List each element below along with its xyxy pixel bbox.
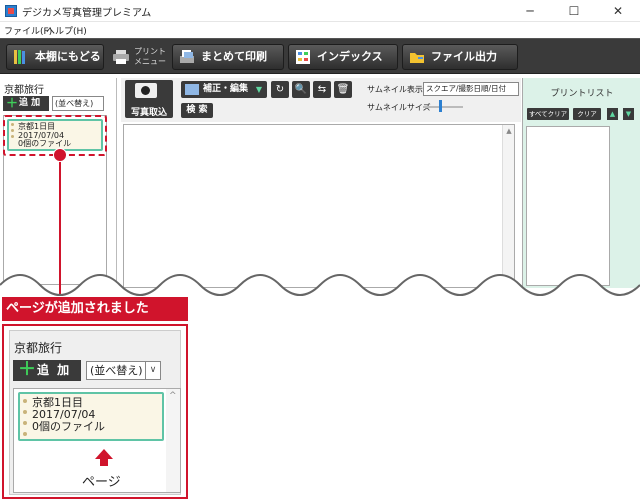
- menu-bar: ファイル(F) ヘルプ(H): [0, 22, 640, 38]
- plus-icon: ＋: [6, 96, 19, 110]
- back-to-shelf-label: 本棚にもどる: [35, 50, 101, 63]
- photo-import-button[interactable]: 写真取込: [125, 80, 173, 118]
- thumb-display-select[interactable]: スクエア/撮影日順/日付: [423, 82, 519, 96]
- zoomed-list-scrollbar[interactable]: ^: [166, 389, 180, 492]
- menu-help[interactable]: ヘルプ(H): [46, 24, 87, 37]
- search-button[interactable]: 検 索: [181, 103, 213, 118]
- zoomed-sort-select[interactable]: (並べ替え) ∨: [86, 361, 161, 380]
- edit-button[interactable]: 補正・編集 ▼: [181, 81, 267, 98]
- zoomed-panel-body: 京都旅行 ＋ 追 加 (並べ替え) ∨ 京都1日目 2017/07/04 0個の…: [9, 330, 181, 495]
- sort-select[interactable]: (並べ替え): [52, 96, 104, 111]
- zoomed-sort-label: (並べ替え): [90, 364, 143, 377]
- move-up-button[interactable]: ▲: [607, 108, 618, 120]
- swap-icon: ⇆: [317, 84, 327, 95]
- title-bar: デジカメ写真管理プレミアム ─ ☐ ✕: [0, 0, 640, 22]
- thumb-size-label: サムネイルサイズ: [367, 103, 431, 112]
- back-to-shelf-button[interactable]: 本棚にもどる: [6, 44, 104, 70]
- window-title: デジカメ写真管理プレミアム: [22, 8, 152, 19]
- index-label: インデックス: [317, 50, 383, 63]
- rotate-icon: ↻: [275, 84, 285, 95]
- pointer-arrow-stem: [100, 458, 108, 466]
- menu-file[interactable]: ファイル(F): [4, 24, 52, 37]
- close-button[interactable]: ✕: [596, 0, 640, 22]
- add-page-label: 追 加: [19, 98, 41, 108]
- print-menu-label-1: プリント: [134, 47, 166, 56]
- photo-import-label: 写真取込: [130, 108, 167, 118]
- photo-toolbar: 写真取込 補正・編集 ▼ ↻ 🔍 ⇆ 🗑 検 索 サムネイル表示 スクエア/撮影…: [121, 78, 521, 122]
- callout-marker-dot: [53, 148, 67, 162]
- page-label: ページ: [82, 475, 121, 490]
- index-icon: [296, 50, 310, 64]
- zoom-button[interactable]: 🔍: [292, 81, 310, 98]
- zoomed-album-panel: 京都旅行 ＋ 追 加 (並べ替え) ∨ 京都1日目 2017/07/04 0個の…: [2, 324, 188, 499]
- zoomed-binding-dots: [23, 399, 27, 443]
- batch-print-icon: [180, 50, 194, 63]
- swap-button[interactable]: ⇆: [313, 81, 331, 98]
- index-button[interactable]: インデックス: [288, 44, 398, 70]
- zoomed-album-title: 京都旅行: [14, 341, 63, 355]
- magnifier-icon: 🔍: [294, 84, 308, 95]
- camera-icon: [135, 83, 157, 98]
- zoomed-page-file-count: 0個のファイル: [32, 420, 105, 433]
- thumb-size-track: [423, 106, 463, 108]
- zoomed-scroll-up-icon: ^: [169, 391, 177, 401]
- zoomed-add-page-button[interactable]: ＋ 追 加: [13, 359, 81, 381]
- edit-label: 補正・編集: [203, 84, 249, 94]
- batch-print-button[interactable]: まとめて印刷: [172, 44, 284, 70]
- zoomed-add-label: 追 加: [37, 363, 72, 377]
- print-menu-button[interactable]: プリント メニュー: [110, 43, 168, 71]
- file-output-label: ファイル出力: [431, 50, 497, 63]
- album-title: 京都旅行: [4, 85, 44, 96]
- rotate-button[interactable]: ↻: [271, 81, 289, 98]
- batch-print-label: まとめて印刷: [201, 50, 267, 63]
- picture-icon: [185, 84, 199, 95]
- chevron-down-icon: ∨: [145, 362, 160, 379]
- printer-icon: [113, 50, 129, 64]
- bookshelf-icon: [14, 50, 25, 64]
- minimize-button[interactable]: ─: [508, 0, 552, 22]
- thumb-display-label: サムネイル表示: [367, 85, 423, 94]
- add-page-button[interactable]: ＋ 追 加: [3, 96, 49, 111]
- delete-button[interactable]: 🗑: [334, 81, 352, 98]
- app-icon: [5, 5, 17, 17]
- clear-button[interactable]: クリア: [573, 108, 601, 120]
- main-toolbar: 本棚にもどる プリント メニュー まとめて印刷 インデックス ファイル出力: [0, 38, 640, 74]
- thumb-size-slider-handle[interactable]: [439, 100, 442, 112]
- zoomed-plus-icon: ＋: [18, 359, 36, 380]
- folder-icon: [410, 53, 424, 63]
- move-down-button[interactable]: ▼: [623, 108, 634, 120]
- scroll-up-icon: ▲: [506, 127, 512, 135]
- clear-all-button[interactable]: すべてクリア: [527, 108, 569, 120]
- zoomed-page-card[interactable]: 京都1日目 2017/07/04 0個のファイル: [18, 392, 164, 441]
- maximize-button[interactable]: ☐: [552, 0, 596, 22]
- dropdown-arrow-icon: ▼: [255, 85, 262, 94]
- trash-icon: 🗑: [336, 84, 350, 95]
- print-menu-label-2: メニュー: [134, 57, 166, 66]
- page-added-callout: ページが追加されました: [2, 297, 188, 321]
- print-list-title: プリントリスト: [550, 89, 614, 99]
- file-output-button[interactable]: ファイル出力: [402, 44, 518, 70]
